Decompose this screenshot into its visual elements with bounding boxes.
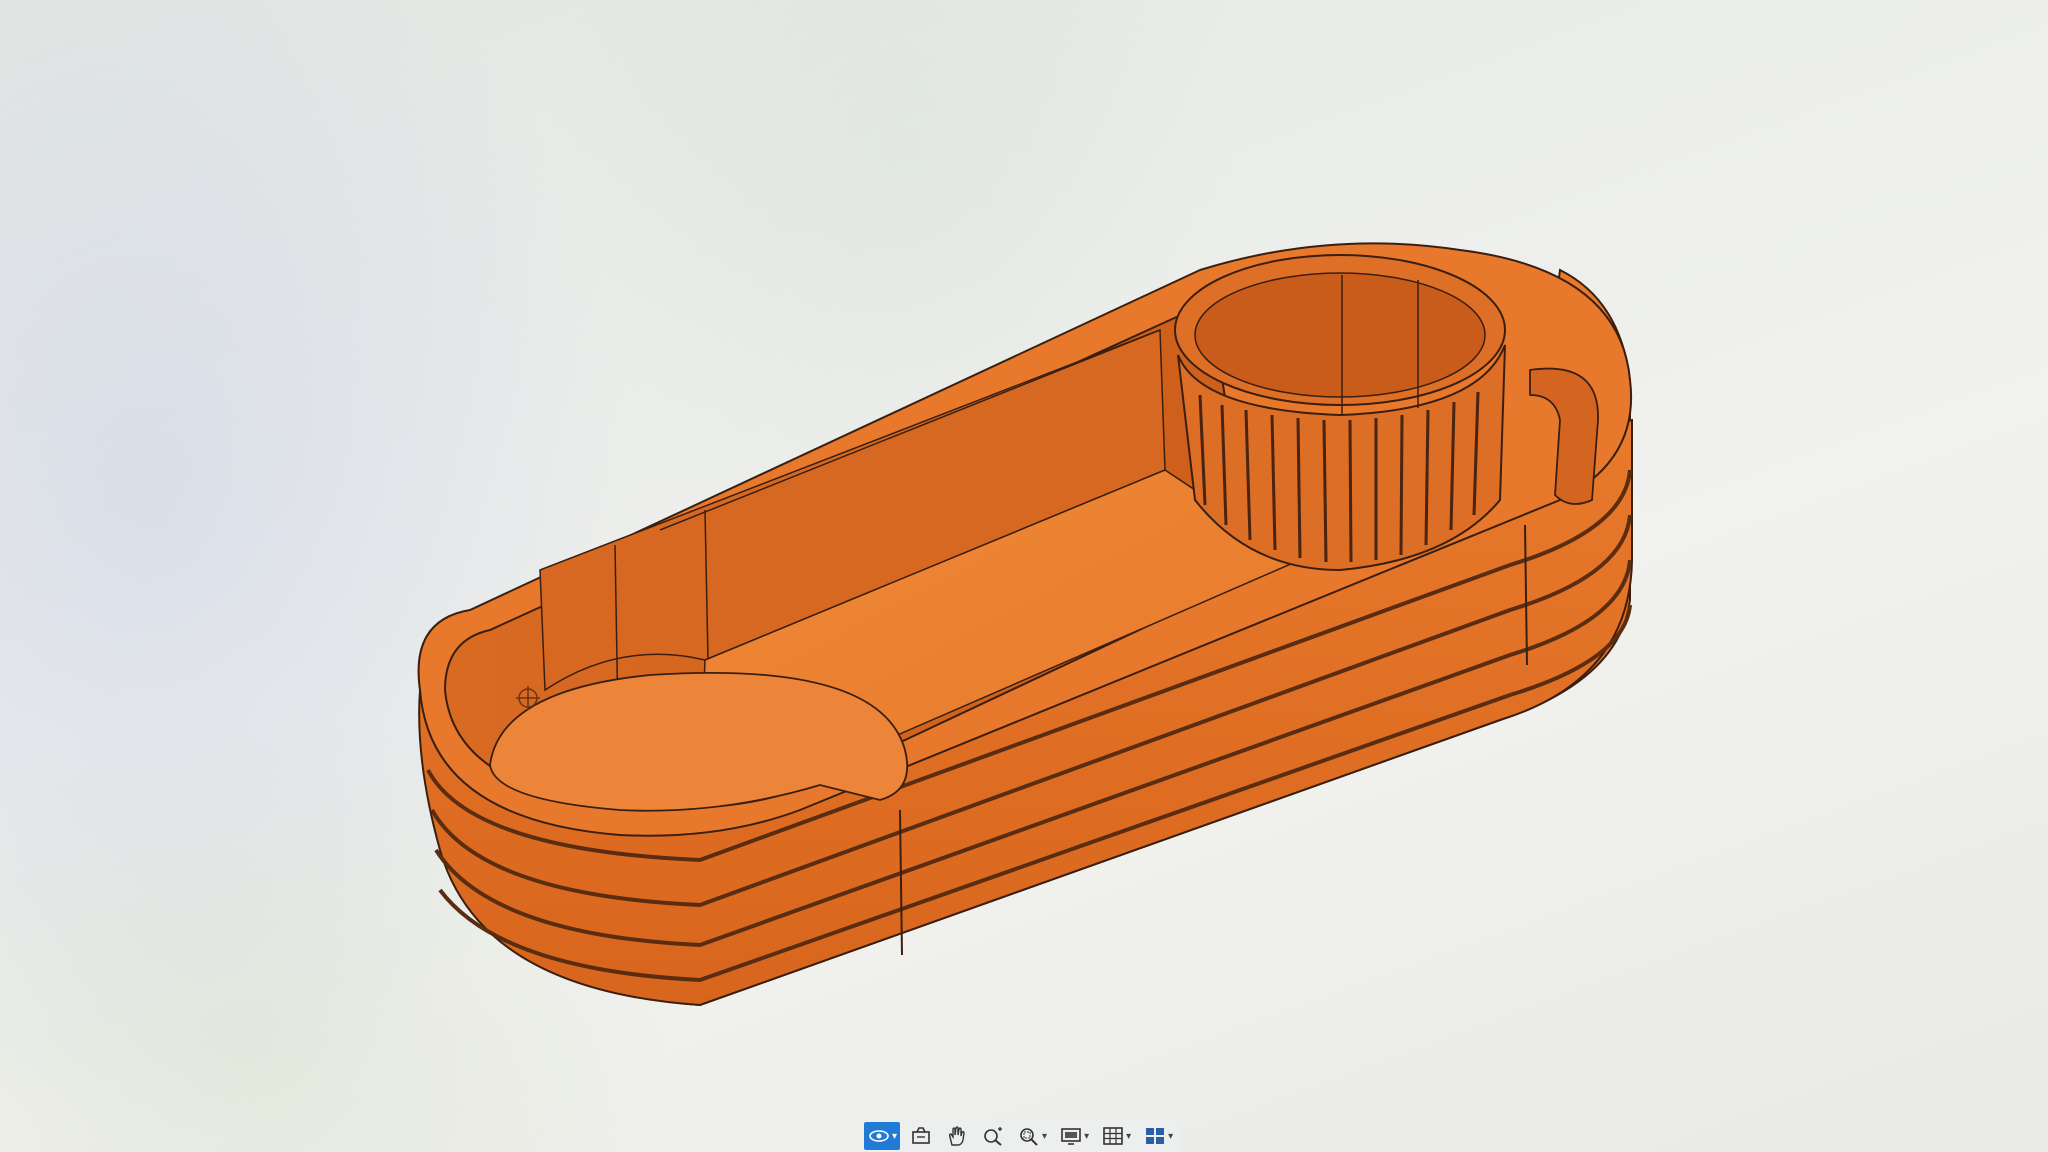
display-settings-button[interactable]: ▾ [1056,1122,1092,1150]
pan-hand-icon [949,1126,965,1146]
orbit-button[interactable]: ▾ [864,1122,901,1150]
orbit-caret: ▾ [892,1130,898,1142]
pan-button[interactable] [942,1122,972,1150]
display-settings-caret: ▾ [1084,1130,1090,1142]
zoom-window-icon [1020,1128,1038,1146]
navigation-toolbar: ▾ ▾ ▾ ▾ ▾ [858,1120,1183,1152]
grid-icon [1103,1127,1123,1145]
zoom-icon [984,1127,1003,1146]
viewports-button[interactable]: ▾ [1140,1122,1176,1150]
zoom-button[interactable] [978,1122,1008,1150]
zoom-window-button[interactable]: ▾ [1014,1122,1050,1150]
grid-button[interactable]: ▾ [1098,1122,1134,1150]
viewports-icon [1146,1128,1165,1144]
3d-model-tray[interactable] [0,0,2048,1152]
look-at-button[interactable] [906,1122,936,1150]
canvas-viewport[interactable]: ▾ ▾ ▾ ▾ ▾ [0,0,2048,1152]
zoom-window-caret: ▾ [1042,1130,1048,1142]
viewports-caret: ▾ [1168,1130,1174,1142]
look-at-icon [912,1127,930,1144]
orbit-icon [869,1130,889,1142]
display-settings-icon [1061,1128,1081,1145]
grid-caret: ▾ [1126,1130,1132,1142]
